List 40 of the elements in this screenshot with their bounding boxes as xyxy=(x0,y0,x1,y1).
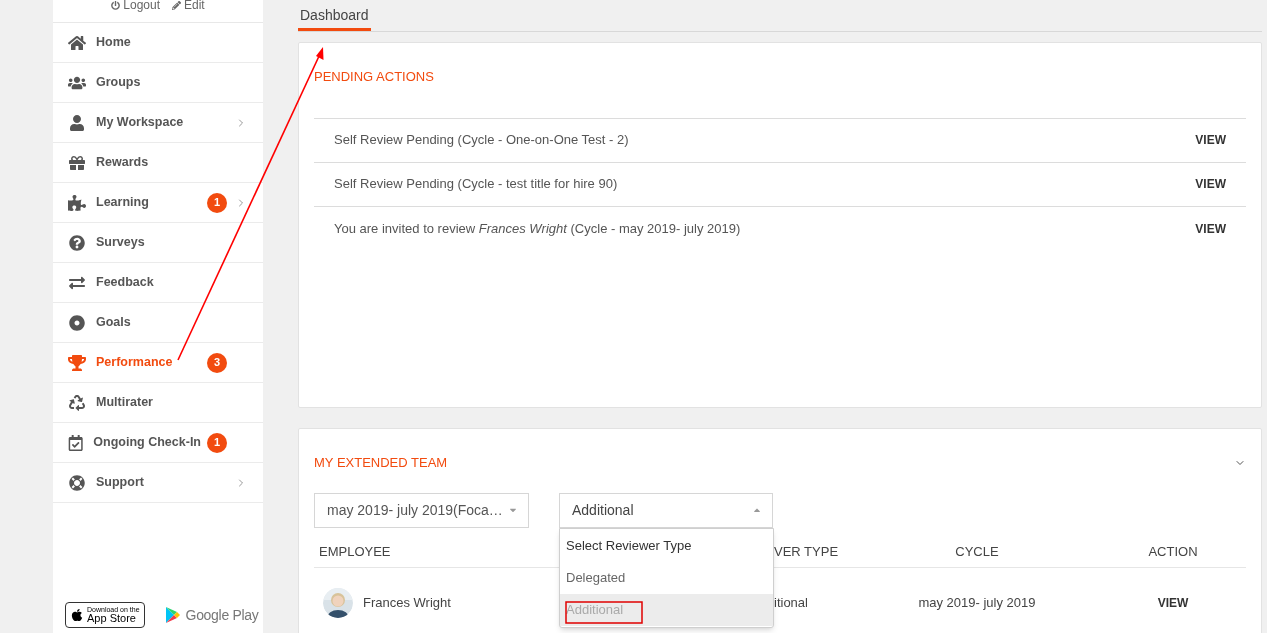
view-link[interactable]: VIEW xyxy=(1195,175,1226,193)
employee-name: Frances Wright xyxy=(363,593,451,612)
column-header: ACTION xyxy=(1147,542,1198,561)
google-play-badge[interactable]: Google Play xyxy=(164,604,259,626)
dropdown-option[interactable]: Select Reviewer Type xyxy=(560,530,773,562)
dropdown-option[interactable]: Delegated xyxy=(560,562,773,594)
sidebar-item[interactable]: Goals xyxy=(53,303,263,343)
cycle-select[interactable]: may 2019- july 2019(Foca… xyxy=(314,492,529,528)
count-badge: 3 xyxy=(207,352,227,373)
tab[interactable]: Dashboard xyxy=(298,0,371,31)
sidebar-item[interactable]: Learning 1 xyxy=(53,183,263,223)
view-link[interactable]: VIEW xyxy=(1195,219,1226,238)
count-badge: 1 xyxy=(207,192,227,213)
action-text: Self Review Pending (Cycle - test title for hire 90) xyxy=(334,175,618,194)
action-text: Self Review Pending (Cycle - One-on-One Test - 2) xyxy=(334,131,629,150)
sidebar-item[interactable]: Support xyxy=(53,463,263,503)
sidebar-item[interactable]: Groups xyxy=(53,63,263,103)
sidebar-item[interactable]: Home xyxy=(53,23,263,63)
column-header: CYCLE xyxy=(955,542,999,561)
action-text: You are invited to review Frances Wright (Cycle - may 2019- july 2019) xyxy=(334,219,741,238)
sidebar-item[interactable]: Rewards xyxy=(53,143,263,183)
header-link[interactable]: Edit xyxy=(172,0,205,10)
column-header: EMPLOYEE xyxy=(318,542,391,561)
view-link[interactable]: VIEW xyxy=(1157,593,1189,612)
badge-title: App Store xyxy=(87,613,137,624)
reviewer-select[interactable]: Additional xyxy=(559,492,773,528)
view-link[interactable]: VIEW xyxy=(1195,131,1226,149)
card-title: MY EXTENDED TEAM xyxy=(314,454,448,472)
card-title: PENDING ACTIONS xyxy=(314,68,435,86)
header-link[interactable]: Logout xyxy=(111,0,160,10)
sidebar-item[interactable]: Performance 3 xyxy=(53,343,263,383)
sidebar-item[interactable]: Ongoing Check-In 1 xyxy=(53,423,263,463)
sidebar-item[interactable]: Feedback xyxy=(53,263,263,303)
column-header: VER TYPE xyxy=(774,542,840,561)
sidebar-item[interactable]: Multirater xyxy=(53,383,263,423)
sidebar-item[interactable]: My Workspace xyxy=(53,103,263,143)
table-cell-text: itional xyxy=(774,593,809,612)
table-cell-text: may 2019- july 2019 xyxy=(918,593,1036,612)
sidebar-item[interactable]: Surveys xyxy=(53,223,263,263)
count-badge: 1 xyxy=(207,432,227,453)
